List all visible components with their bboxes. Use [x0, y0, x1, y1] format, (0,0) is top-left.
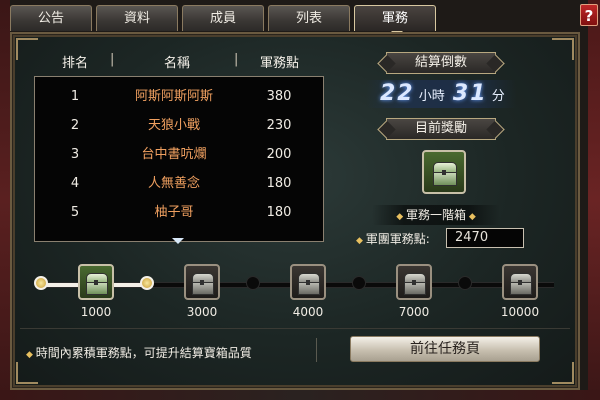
- treasure-chest-icon[interactable]: [422, 150, 466, 194]
- bottom-border-decoration: [0, 390, 600, 400]
- progress-node: [246, 276, 260, 290]
- progress-node: [352, 276, 366, 290]
- bullet-icon: ◆: [466, 212, 476, 222]
- footer-separator: [316, 338, 317, 362]
- hint-text: ◆ 時間內累積軍務點，可提升結算寶箱品質: [26, 346, 252, 360]
- countdown-title-banner: 結算倒數: [386, 52, 496, 74]
- member-name[interactable]: 柚子哥: [119, 199, 229, 227]
- milestone-chest-1000-icon[interactable]: [78, 264, 114, 300]
- tab-bar: 公告 資料 成員 列表 軍務: [10, 3, 436, 37]
- bullet-icon: ◆: [396, 212, 406, 222]
- milestone-chest-3000-icon[interactable]: [184, 264, 220, 300]
- bullet-icon: ◆: [26, 350, 36, 360]
- milestone-chest-4000-icon[interactable]: [290, 264, 326, 300]
- go-to-missions-button[interactable]: 前往任務頁: [350, 336, 540, 362]
- corner-ornament: [16, 362, 38, 384]
- ranking-row: 1 阿斯阿斯阿斯 380: [35, 83, 323, 111]
- member-points: 180: [266, 176, 292, 191]
- points-column-header: 軍務點: [260, 56, 300, 71]
- help-button[interactable]: ?: [580, 4, 598, 26]
- corner-ornament: [552, 38, 574, 60]
- ranking-row: 3 台中書吭爛 200: [35, 141, 323, 169]
- member-name[interactable]: 人無善念: [119, 170, 229, 198]
- milestone-label: 3000: [186, 305, 218, 319]
- tab-members[interactable]: 成員: [182, 5, 264, 31]
- footer-divider: [20, 328, 570, 329]
- rank-column-header: 排名: [62, 56, 89, 71]
- current-reward-banner: 目前獎勵: [386, 118, 496, 140]
- member-points: 180: [266, 205, 292, 220]
- tab-info[interactable]: 資料: [96, 5, 178, 31]
- ranking-row: 5 柚子哥 180: [35, 199, 323, 227]
- ranking-row: 4 人無善念 180: [35, 170, 323, 198]
- milestone-chest-10000-icon[interactable]: [502, 264, 538, 300]
- rank-number: 5: [70, 205, 80, 220]
- scroll-down-arrow-icon[interactable]: [172, 238, 184, 244]
- minutes-unit: 分: [491, 89, 505, 104]
- ranking-list[interactable]: 1 阿斯阿斯阿斯 380 2 天狼小戰 230 3 台中書吭爛 200 4 人無…: [34, 76, 324, 242]
- ranking-header: 排名 | 名稱 | 軍務點: [34, 52, 324, 72]
- member-name[interactable]: 阿斯阿斯阿斯: [119, 83, 229, 111]
- countdown-timer: 22 小時 31 分: [366, 80, 516, 108]
- column-separator: |: [110, 52, 115, 67]
- reward-name: ◆ 軍務一階箱 ◆: [372, 205, 500, 225]
- legion-points-label: ◆ 軍團軍務點:: [356, 232, 430, 246]
- progress-node-start: [34, 276, 48, 290]
- progress-node-current: [140, 276, 154, 290]
- milestone-label: 1000: [80, 305, 112, 319]
- member-name[interactable]: 天狼小戰: [119, 112, 229, 140]
- right-border-decoration: [588, 0, 600, 400]
- milestone-label: 4000: [292, 305, 324, 319]
- rank-number: 2: [70, 118, 80, 133]
- rank-number: 4: [70, 176, 80, 191]
- rank-number: 1: [70, 89, 80, 104]
- tab-announcement[interactable]: 公告: [10, 5, 92, 31]
- bullet-icon: ◆: [356, 236, 366, 246]
- member-points: 230: [266, 118, 292, 133]
- member-points: 380: [266, 89, 292, 104]
- member-points: 200: [266, 147, 292, 162]
- member-name[interactable]: 台中書吭爛: [119, 141, 229, 169]
- countdown-minutes: 31: [452, 81, 488, 106]
- rank-number: 3: [70, 147, 80, 162]
- milestone-chest-7000-icon[interactable]: [396, 264, 432, 300]
- tab-list[interactable]: 列表: [268, 5, 350, 31]
- corner-ornament: [552, 362, 574, 384]
- progress-node: [458, 276, 472, 290]
- left-border-decoration: [0, 0, 10, 400]
- name-column-header: 名稱: [164, 56, 191, 71]
- milestone-label: 7000: [398, 305, 430, 319]
- legion-points-value: 2470: [446, 228, 524, 248]
- milestone-label: 10000: [500, 305, 540, 319]
- ranking-row: 2 天狼小戰 230: [35, 112, 323, 140]
- tab-military-affairs[interactable]: 軍務: [354, 5, 436, 37]
- hours-unit: 小時: [418, 89, 445, 104]
- column-separator: |: [234, 52, 239, 67]
- countdown-hours: 22: [380, 81, 415, 106]
